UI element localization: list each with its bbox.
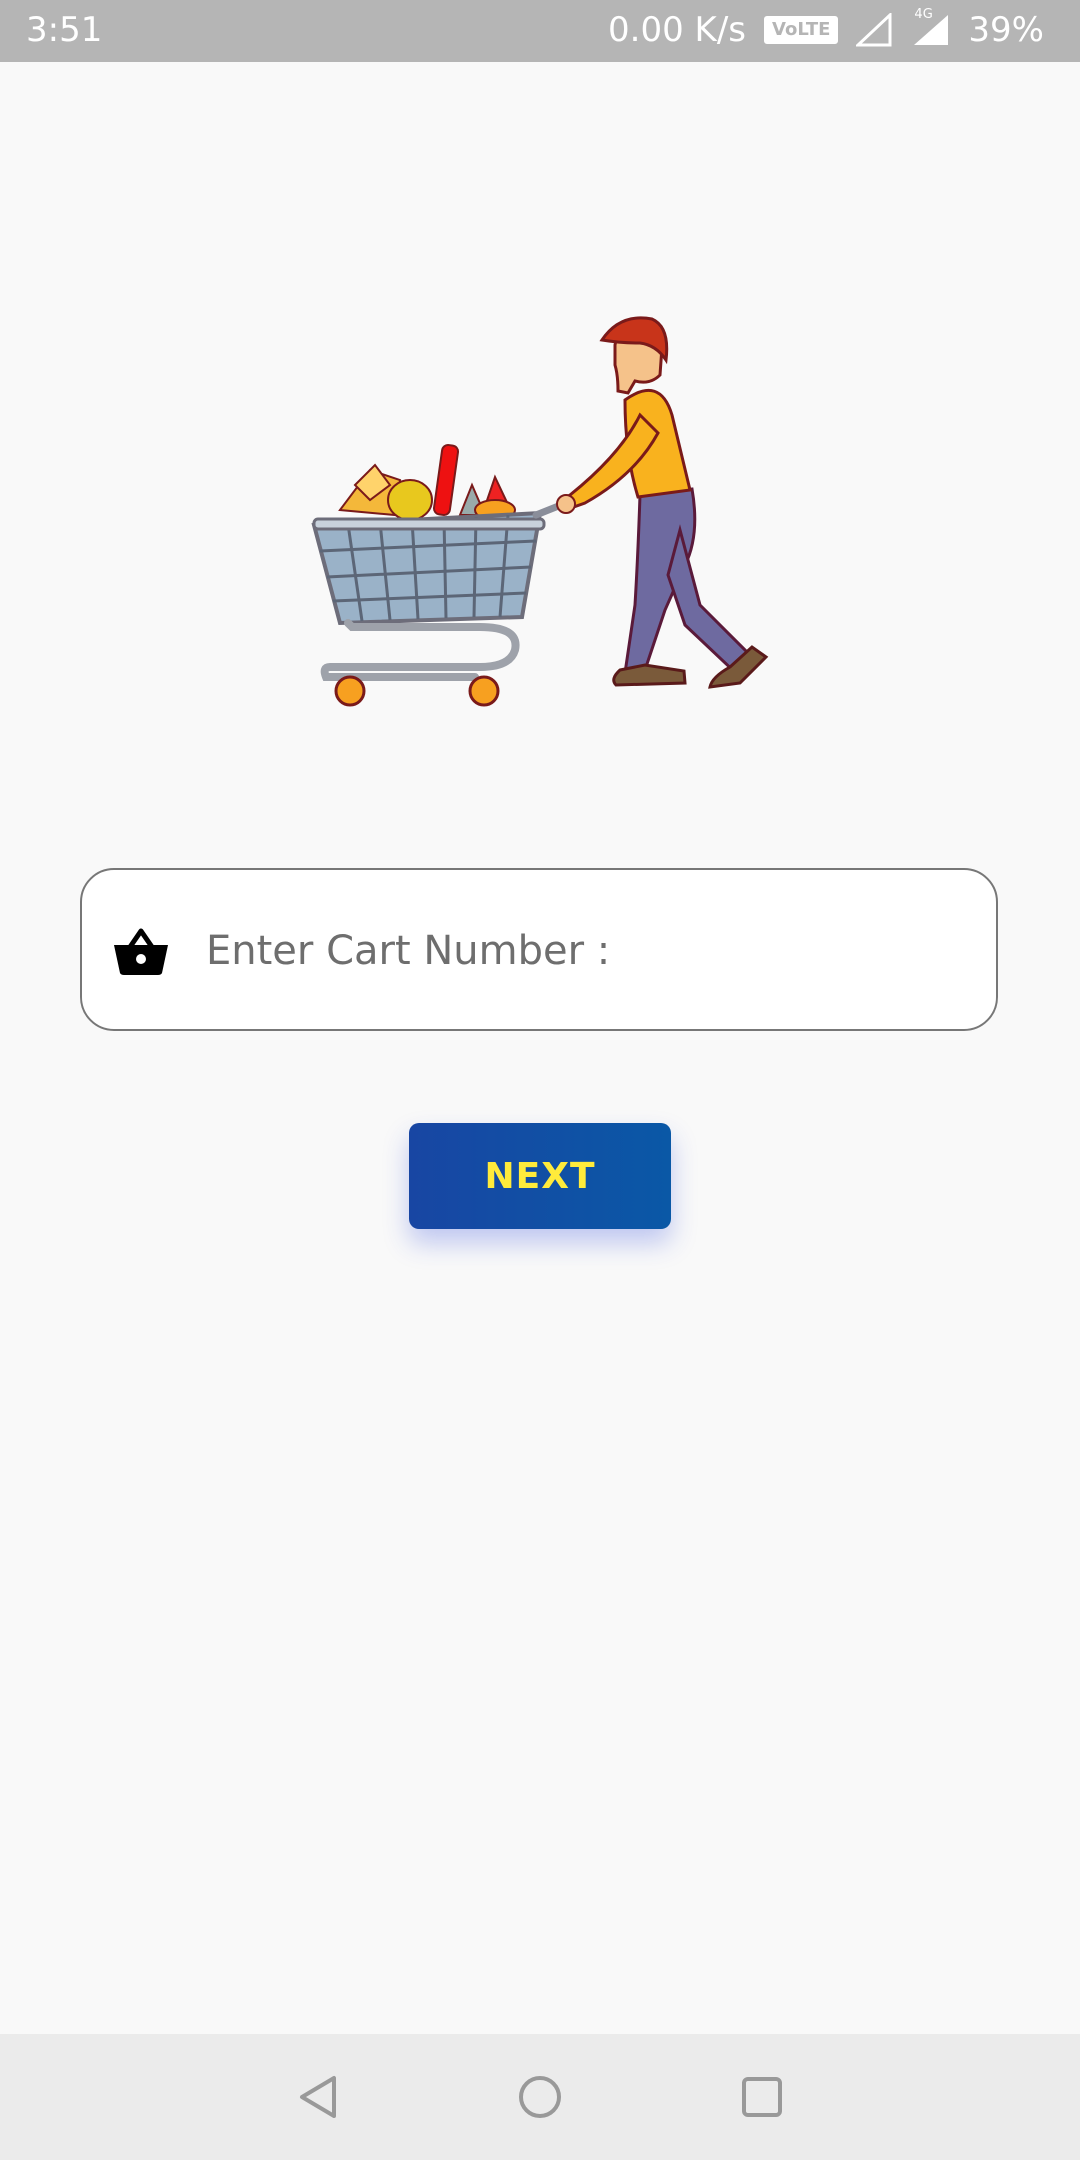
shopper-with-cart-illustration [311,316,769,707]
volte-badge: VoLTE [764,16,839,44]
status-bar: 3:51 0.00 K/s VoLTE 4G 39% [0,0,1080,62]
shopping-basket-icon [114,928,168,975]
signal-full-icon [914,15,949,45]
signal-4g-group: 4G [910,7,950,47]
cart-number-field[interactable] [80,868,998,1031]
cart-number-input[interactable] [204,900,968,1002]
signal-empty-icon [856,13,892,47]
network-speed: 0.00 K/s [608,10,747,50]
home-circle-icon[interactable] [515,2072,565,2122]
back-triangle-icon[interactable] [294,2072,344,2122]
navigation-bar [0,2034,1080,2160]
battery-percent: 39% [968,10,1044,50]
status-time: 3:51 [26,10,103,50]
next-button[interactable]: NEXT [409,1123,671,1229]
status-indicators: 0.00 K/s VoLTE 4G 39% [608,7,1044,50]
recents-square-icon[interactable] [737,2072,787,2122]
